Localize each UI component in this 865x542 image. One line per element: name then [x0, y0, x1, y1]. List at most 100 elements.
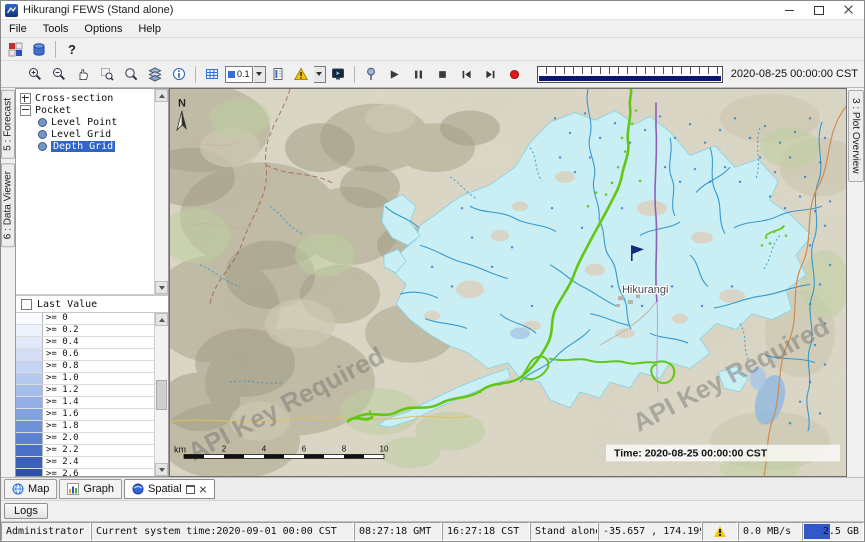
step-back-icon — [460, 68, 473, 81]
class-break-value: 0.1 — [237, 69, 250, 79]
legend-row[interactable]: >= 1.0 — [16, 373, 154, 385]
legend-label: >= 0.8 — [43, 361, 79, 372]
database-icon — [32, 42, 46, 57]
menu-tools[interactable]: Tools — [35, 22, 77, 36]
play-button[interactable] — [383, 63, 407, 85]
globe-icon — [12, 483, 24, 495]
chart-icon — [67, 483, 79, 495]
title-bar: Hikurangi FEWS (Stand alone) — [1, 1, 864, 20]
database-button[interactable] — [27, 38, 51, 60]
legend-swatch — [16, 457, 43, 468]
map-label-hikurangi: Hikurangi — [622, 284, 668, 296]
info-button[interactable] — [167, 63, 191, 85]
status-gmt-time: 08:27:18 GMT — [354, 522, 442, 541]
legend-row[interactable]: >= 2.0 — [16, 433, 154, 445]
legend-row[interactable]: >= 2.2 — [16, 445, 154, 457]
grid-icon — [205, 67, 219, 81]
close-panel-icon[interactable] — [199, 485, 207, 493]
legend-row[interactable]: >= 1.8 — [16, 421, 154, 433]
tab-spatial[interactable]: Spatial — [124, 479, 215, 499]
menu-help[interactable]: Help — [130, 22, 169, 36]
pan-button[interactable] — [71, 63, 95, 85]
menu-options[interactable]: Options — [76, 22, 130, 36]
legend-row[interactable]: >= 2.4 — [16, 457, 154, 469]
marker-drop-button[interactable] — [359, 63, 383, 85]
status-throughput: 0.0 MB/s — [738, 522, 802, 541]
legend-header: Last Value — [16, 296, 168, 313]
logs-button[interactable]: Logs — [4, 503, 48, 519]
zoom-box-button[interactable] — [95, 63, 119, 85]
pause-button[interactable] — [407, 63, 431, 85]
app-logo-icon — [5, 4, 18, 17]
profile-button[interactable] — [266, 63, 290, 85]
step-back-button[interactable] — [455, 63, 479, 85]
legend-row[interactable]: >= 0 — [16, 313, 154, 325]
record-icon — [508, 68, 521, 81]
legend-row[interactable]: >= 1.6 — [16, 409, 154, 421]
svg-text:6: 6 — [302, 445, 307, 454]
legend-row[interactable]: >= 2.6 — [16, 469, 154, 476]
layers-button[interactable] — [143, 63, 167, 85]
legend-row[interactable]: >= 1.2 — [16, 385, 154, 397]
help-button[interactable]: ? — [60, 38, 84, 60]
legend-row[interactable]: >= 0.6 — [16, 349, 154, 361]
tree-item-level-point[interactable]: Level Point — [16, 116, 154, 128]
legend-swatch — [16, 325, 43, 336]
status-coordinates: -35.657 , 174.199 — [598, 522, 702, 541]
scroll-down-icon[interactable] — [155, 281, 168, 294]
class-break-dropdown[interactable] — [254, 66, 266, 83]
grid-display-button[interactable] — [200, 63, 224, 85]
expand-icon[interactable] — [20, 93, 31, 104]
float-panel-icon[interactable] — [186, 485, 195, 494]
tab-map[interactable]: Map — [4, 479, 57, 499]
window-title: Hikurangi FEWS (Stand alone) — [23, 4, 173, 16]
scroll-up-icon[interactable] — [155, 313, 168, 326]
thresholds-dropdown[interactable] — [314, 66, 326, 83]
explorer-button[interactable] — [3, 38, 27, 60]
scroll-up-icon[interactable] — [155, 89, 168, 102]
legend-row[interactable]: >= 1.4 — [16, 397, 154, 409]
tab-graph[interactable]: Graph — [59, 479, 122, 499]
warning-icon — [294, 67, 309, 81]
legend-row[interactable]: >= 0.2 — [16, 325, 154, 337]
status-user: Administrator — [1, 522, 91, 541]
record-button[interactable] — [503, 63, 527, 85]
side-tab-plot-overview[interactable]: 3 : Plot Overview — [848, 90, 864, 182]
zoom-out-button[interactable] — [47, 63, 71, 85]
thresholds-button[interactable] — [290, 63, 314, 85]
pan-hand-icon — [76, 67, 90, 81]
close-button[interactable] — [834, 1, 864, 19]
minimize-button[interactable] — [774, 1, 804, 19]
memory-label: 2.5 GB — [823, 526, 859, 537]
side-tab-data-viewer[interactable]: 6 : Data Viewer — [1, 163, 15, 247]
tree-item-level-grid[interactable]: Level Grid — [16, 128, 154, 140]
tree-item-pocket[interactable]: Pocket — [16, 104, 154, 116]
tree-item-cross-section[interactable]: Cross-section — [16, 92, 154, 104]
legend-row[interactable]: >= 0.4 — [16, 337, 154, 349]
stop-button[interactable] — [431, 63, 455, 85]
legend-scrollbar[interactable] — [154, 313, 168, 476]
status-warning[interactable] — [702, 522, 738, 541]
tree-scrollbar[interactable] — [154, 89, 168, 294]
status-local-time: 16:27:18 CST — [442, 522, 530, 541]
side-tab-forecast[interactable]: 5 : Forecast — [1, 90, 15, 159]
left-tab-strip: 5 : Forecast 6 : Data Viewer — [1, 88, 15, 477]
svg-text:2: 2 — [222, 445, 226, 454]
timeline-slider[interactable] — [537, 66, 723, 83]
stop-icon — [436, 68, 449, 81]
tree-item-depth-grid[interactable]: Depth Grid — [16, 140, 154, 152]
play-icon — [388, 68, 401, 81]
collapse-icon[interactable] — [20, 105, 31, 116]
scroll-thumb[interactable] — [156, 380, 167, 410]
step-forward-button[interactable] — [479, 63, 503, 85]
map-canvas[interactable]: Hikurangi Springs Flat API Key Required … — [169, 88, 847, 477]
class-break-select[interactable]: 0.1 — [225, 66, 253, 83]
menu-file[interactable]: File — [1, 22, 35, 36]
scroll-down-icon[interactable] — [155, 463, 168, 476]
animation-display-button[interactable] — [326, 63, 350, 85]
zoom-extent-button[interactable] — [119, 63, 143, 85]
legend-row[interactable]: >= 0.8 — [16, 361, 154, 373]
zoom-in-button[interactable] — [23, 63, 47, 85]
maximize-button[interactable] — [804, 1, 834, 19]
last-value-checkbox[interactable] — [21, 299, 32, 310]
